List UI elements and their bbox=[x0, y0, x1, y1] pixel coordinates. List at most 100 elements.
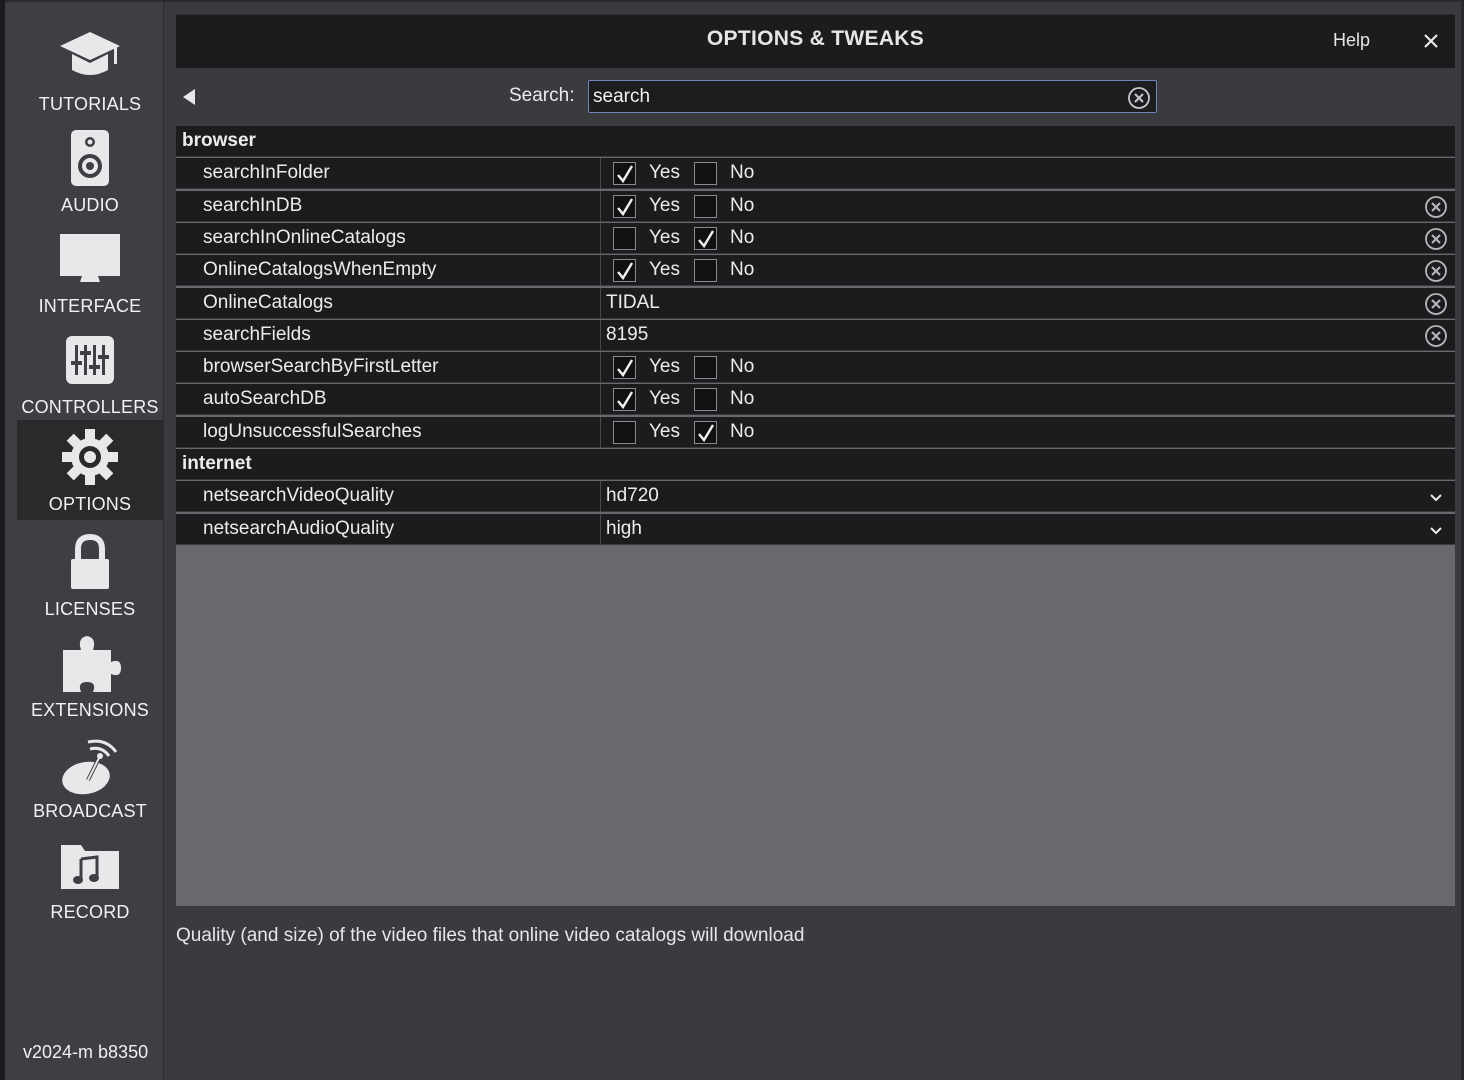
setting-name: autoSearchDB bbox=[203, 388, 327, 409]
no-label: No bbox=[730, 259, 755, 280]
sidebar-item-broadcast[interactable]: BROADCAST bbox=[17, 727, 163, 827]
chevron-down-icon[interactable] bbox=[1428, 522, 1444, 538]
yes-label: Yes bbox=[649, 227, 680, 248]
column-divider bbox=[600, 384, 601, 415]
speaker-icon bbox=[55, 125, 125, 191]
section-header-internet: internet bbox=[176, 449, 1455, 480]
setting-row-netsearchVideoQuality[interactable]: netsearchVideoQuality hd720 bbox=[176, 481, 1455, 512]
sidebar-item-extensions[interactable]: EXTENSIONS bbox=[17, 626, 163, 726]
no-checkbox[interactable] bbox=[694, 356, 717, 379]
section-title: internet bbox=[182, 453, 252, 474]
back-arrow-icon[interactable] bbox=[180, 87, 198, 107]
setting-row-autoSearchDB[interactable]: autoSearchDB Yes No bbox=[176, 384, 1455, 415]
search-box bbox=[588, 80, 1157, 113]
column-divider bbox=[600, 223, 601, 254]
setting-row-searchFields[interactable]: searchFields 8195 bbox=[176, 320, 1455, 351]
setting-name: searchInOnlineCatalogs bbox=[203, 227, 406, 248]
setting-name: netsearchAudioQuality bbox=[203, 518, 395, 539]
setting-value-select[interactable]: high bbox=[606, 518, 642, 540]
sidebar-item-label: LICENSES bbox=[44, 599, 136, 619]
setting-row-OnlineCatalogs[interactable]: OnlineCatalogs TIDAL bbox=[176, 288, 1455, 319]
no-label: No bbox=[730, 356, 755, 377]
help-button[interactable]: Help bbox=[1333, 30, 1370, 51]
column-divider bbox=[600, 352, 601, 383]
no-checkbox[interactable] bbox=[694, 227, 717, 250]
sidebar-item-label: BROADCAST bbox=[33, 801, 147, 821]
yes-checkbox[interactable] bbox=[613, 421, 636, 444]
setting-row-searchInOnlineCatalogs[interactable]: searchInOnlineCatalogs Yes No bbox=[176, 223, 1455, 254]
yes-checkbox[interactable] bbox=[613, 388, 636, 411]
setting-value-select[interactable]: hd720 bbox=[606, 485, 659, 507]
setting-name: searchInDB bbox=[203, 195, 303, 216]
section-header-browser: browser bbox=[176, 126, 1455, 157]
reset-default-icon[interactable] bbox=[1424, 195, 1448, 219]
search-label: Search: bbox=[509, 85, 575, 106]
dialog-header: OPTIONS & TWEAKS Help bbox=[176, 14, 1455, 68]
sidebar-item-tutorials[interactable]: TUTORIALS bbox=[17, 20, 163, 120]
yes-checkbox[interactable] bbox=[613, 162, 636, 185]
sidebar-item-interface[interactable]: INTERFACE bbox=[17, 222, 163, 322]
setting-row-netsearchAudioQuality[interactable]: netsearchAudioQuality high bbox=[176, 514, 1455, 545]
reset-default-icon[interactable] bbox=[1424, 292, 1448, 316]
sidebar-item-label: CONTROLLERS bbox=[21, 397, 159, 417]
settings-sidebar: TUTORIALS AUDIO INTERFACE CONTROLLERS OP… bbox=[5, 2, 164, 1080]
no-label: No bbox=[730, 388, 755, 409]
setting-name: searchInFolder bbox=[203, 162, 330, 183]
chevron-down-icon[interactable] bbox=[1428, 489, 1444, 505]
sliders-icon bbox=[55, 327, 125, 393]
music-folder-icon bbox=[55, 832, 125, 898]
sidebar-item-audio[interactable]: AUDIO bbox=[17, 121, 163, 221]
yes-label: Yes bbox=[649, 195, 680, 216]
sidebar-item-options[interactable]: OPTIONS bbox=[17, 420, 163, 520]
yes-checkbox[interactable] bbox=[613, 259, 636, 282]
column-divider bbox=[600, 191, 601, 222]
clear-search-icon[interactable] bbox=[1127, 86, 1151, 110]
yes-label: Yes bbox=[649, 162, 680, 183]
setting-row-searchInFolder[interactable]: searchInFolder Yes No bbox=[176, 158, 1455, 189]
puzzle-icon bbox=[55, 630, 125, 696]
yes-checkbox[interactable] bbox=[613, 227, 636, 250]
column-divider bbox=[600, 320, 601, 351]
search-input[interactable] bbox=[593, 84, 1113, 110]
setting-row-OnlineCatalogsWhenEmpty[interactable]: OnlineCatalogsWhenEmpty Yes No bbox=[176, 255, 1455, 286]
no-checkbox[interactable] bbox=[694, 388, 717, 411]
no-label: No bbox=[730, 195, 755, 216]
yes-label: Yes bbox=[649, 388, 680, 409]
setting-value-field[interactable]: 8195 bbox=[606, 324, 648, 346]
setting-description: Quality (and size) of the video files th… bbox=[176, 925, 805, 946]
lock-icon bbox=[55, 529, 125, 595]
reset-default-icon[interactable] bbox=[1424, 324, 1448, 348]
graduation-cap-icon bbox=[55, 24, 125, 90]
yes-label: Yes bbox=[649, 356, 680, 377]
satellite-dish-icon bbox=[55, 731, 125, 797]
setting-value-field[interactable]: TIDAL bbox=[606, 292, 660, 314]
column-divider bbox=[600, 514, 601, 545]
sidebar-item-record[interactable]: RECORD bbox=[17, 828, 163, 928]
sidebar-item-label: RECORD bbox=[50, 902, 130, 922]
yes-checkbox[interactable] bbox=[613, 356, 636, 379]
no-label: No bbox=[730, 421, 755, 442]
setting-row-searchInDB[interactable]: searchInDB Yes No bbox=[176, 191, 1455, 222]
reset-default-icon[interactable] bbox=[1424, 227, 1448, 251]
reset-default-icon[interactable] bbox=[1424, 259, 1448, 283]
yes-label: Yes bbox=[649, 421, 680, 442]
section-title: browser bbox=[182, 130, 256, 151]
column-divider bbox=[600, 288, 601, 319]
no-checkbox[interactable] bbox=[694, 421, 717, 444]
no-checkbox[interactable] bbox=[694, 162, 717, 185]
sidebar-item-label: TUTORIALS bbox=[38, 94, 142, 114]
sidebar-item-controllers[interactable]: CONTROLLERS bbox=[17, 323, 163, 423]
sidebar-item-label: INTERFACE bbox=[38, 296, 142, 316]
settings-table: browser searchInFolder Yes No searchInDB Yes N… bbox=[176, 126, 1455, 906]
column-divider bbox=[600, 481, 601, 512]
yes-checkbox[interactable] bbox=[613, 195, 636, 218]
close-icon[interactable] bbox=[1419, 29, 1443, 53]
setting-row-browserSearchByFirstLetter[interactable]: browserSearchByFirstLetter Yes No bbox=[176, 352, 1455, 383]
setting-name: OnlineCatalogsWhenEmpty bbox=[203, 259, 437, 280]
setting-row-logUnsuccessfulSearches[interactable]: logUnsuccessfulSearches Yes No bbox=[176, 417, 1455, 448]
sidebar-item-label: AUDIO bbox=[60, 195, 119, 215]
no-checkbox[interactable] bbox=[694, 195, 717, 218]
setting-name: netsearchVideoQuality bbox=[203, 485, 394, 506]
no-checkbox[interactable] bbox=[694, 259, 717, 282]
sidebar-item-licenses[interactable]: LICENSES bbox=[17, 525, 163, 625]
